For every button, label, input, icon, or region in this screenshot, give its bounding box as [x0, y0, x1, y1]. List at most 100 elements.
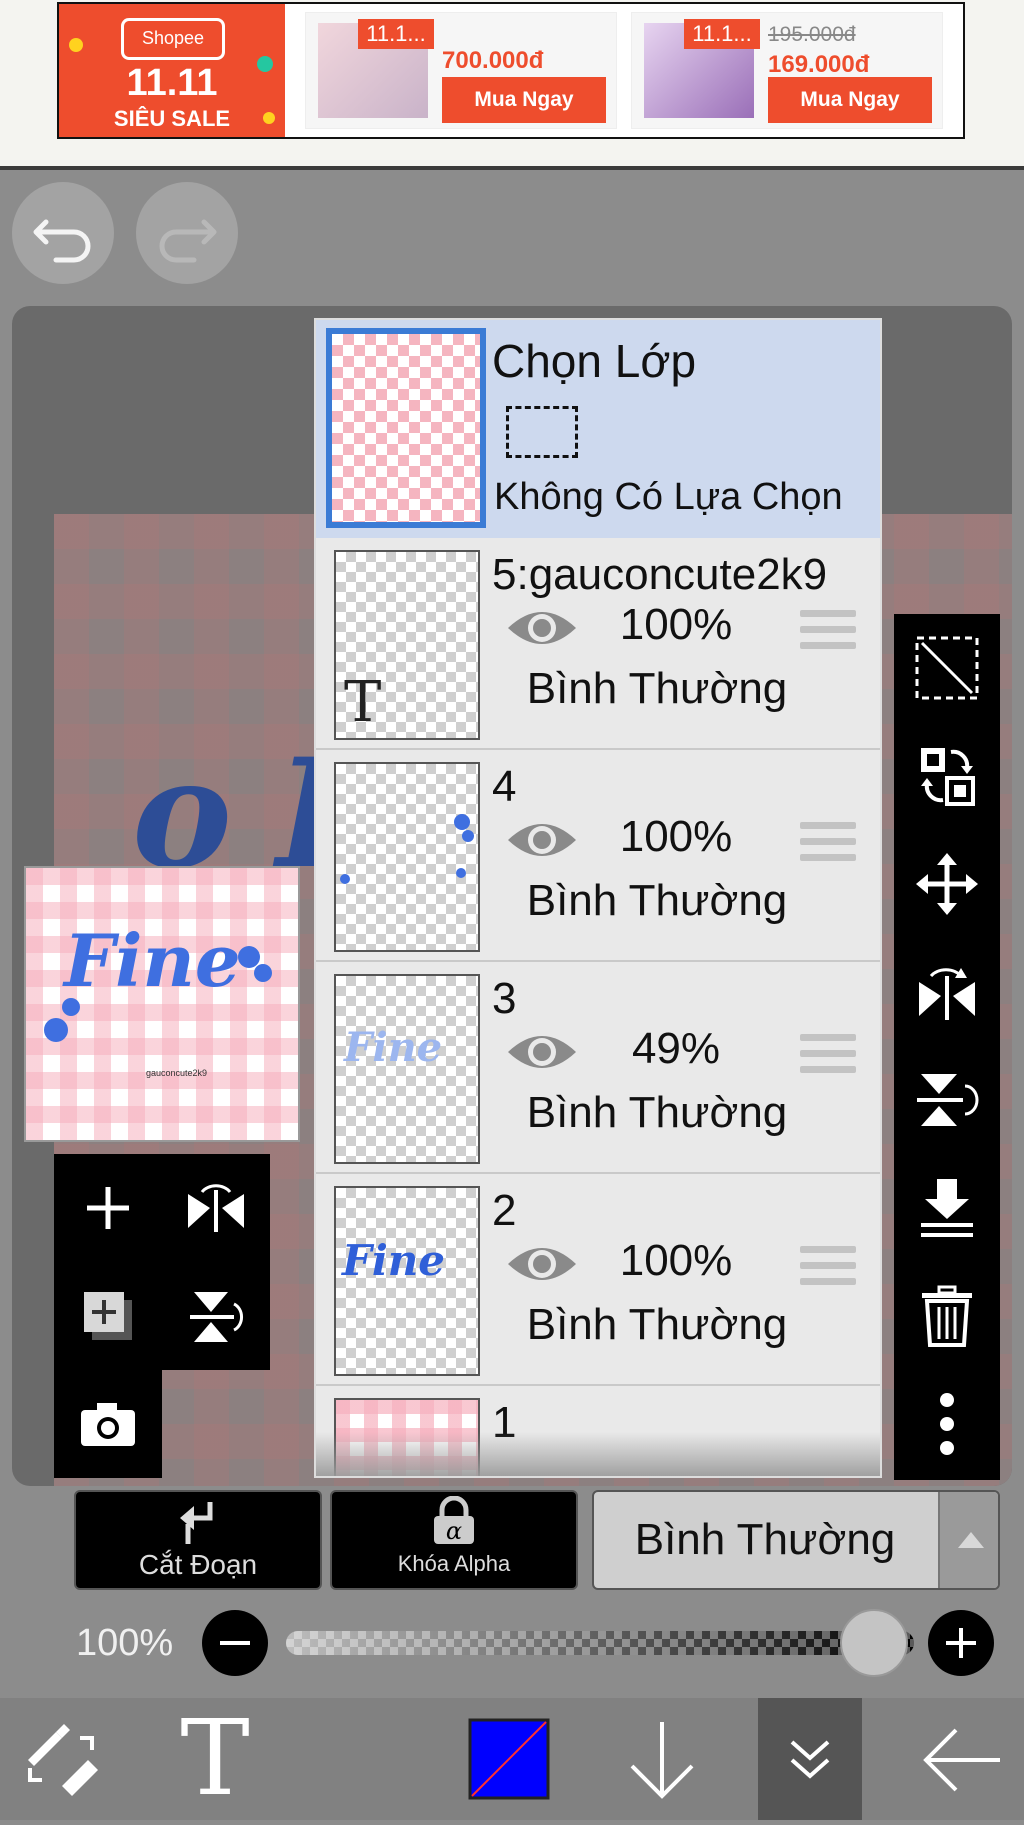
layer-row-3[interactable]: Fine 3 49% Bình Thường: [316, 962, 880, 1174]
alpha-lock-button[interactable]: α Khóa Alpha: [330, 1490, 578, 1590]
blend-mode-select[interactable]: Bình Thường: [592, 1490, 1000, 1590]
plus-icon: [946, 1628, 976, 1658]
clipping-label: Cắt Đoạn: [138, 1549, 258, 1580]
selection-status: Không Có Lựa Chọn: [494, 476, 843, 518]
text-layer-glyph: T: [344, 670, 382, 735]
drag-handle-icon[interactable]: [800, 1246, 856, 1294]
selection-clear-icon: [915, 636, 979, 700]
ad-banner[interactable]: Shopee 11.11 SIÊU SALE 11.1... 700.000đ …: [57, 2, 965, 139]
product-tag: 11.1...: [684, 19, 760, 49]
minus-icon: [220, 1641, 250, 1645]
drag-handle-icon[interactable]: [800, 610, 856, 658]
drag-handle-icon[interactable]: [800, 822, 856, 870]
drag-handle-icon[interactable]: [800, 1034, 856, 1082]
layers-panel: Chọn Lớp Không Có Lựa Chọn T 5:gauconcut…: [314, 318, 882, 1478]
brush-eraser-icon: [28, 1724, 98, 1796]
opacity-decrease-button[interactable]: [202, 1610, 268, 1676]
arrow-down-icon: [630, 1722, 694, 1799]
opacity-increase-button[interactable]: [928, 1610, 994, 1676]
redo-button[interactable]: [136, 182, 238, 284]
left-tool-panel: [54, 1154, 270, 1370]
move-icon: [916, 853, 978, 915]
layer-row-5[interactable]: T 5:gauconcute2k9 100% Bình Thường: [316, 538, 880, 750]
collapse-panel-button[interactable]: [758, 1698, 862, 1820]
duplicate-icon: [84, 1292, 132, 1340]
opacity-slider-thumb[interactable]: [840, 1609, 908, 1677]
layer-thumb-text: Fine: [344, 1024, 443, 1071]
flip-horizontal-layer-button[interactable]: [894, 938, 1000, 1046]
shopee-sale-text: SIÊU SALE: [113, 106, 231, 131]
clipping-button[interactable]: Cắt Đoạn: [74, 1490, 322, 1590]
svg-text:α: α: [446, 1517, 462, 1545]
bottom-toolbar: T: [0, 1697, 1024, 1820]
blend-mode-dropdown-toggle[interactable]: [938, 1492, 998, 1588]
layer-down-button[interactable]: [620, 1716, 704, 1806]
more-options-button[interactable]: [894, 1370, 1000, 1478]
undo-button[interactable]: [12, 182, 114, 284]
thumb-caption: gauconcute2k9: [146, 1068, 208, 1078]
eye-icon[interactable]: [504, 602, 580, 654]
flip-vertical-layer-button[interactable]: [894, 1046, 1000, 1154]
arrow-left-icon: [923, 1728, 1000, 1792]
top-bar: [0, 170, 1024, 306]
layer-name: 5:gauconcute2k9: [492, 550, 828, 599]
layer-blend-mode: Bình Thường: [526, 876, 788, 925]
layer-opacity: 100%: [619, 600, 733, 649]
slider-checker: [286, 1631, 914, 1655]
layer-thumbnail: Fine: [334, 974, 480, 1164]
layer-row-4[interactable]: 4 100% Bình Thường: [316, 750, 880, 962]
text-tool-icon: T: [180, 1697, 249, 1819]
delete-layer-button[interactable]: [894, 1262, 1000, 1370]
back-button[interactable]: [920, 1718, 1004, 1802]
layer-blend-mode: Bình Thường: [526, 1088, 788, 1137]
merge-down-button[interactable]: [894, 1154, 1000, 1262]
buy-now-button[interactable]: Mua Ngay: [442, 77, 606, 123]
layer-opacity: 100%: [619, 812, 733, 861]
eye-icon[interactable]: [504, 1026, 580, 1078]
flip-vertical-button[interactable]: [162, 1262, 270, 1370]
merge-down-icon: [921, 1179, 973, 1237]
layer-row-2[interactable]: Fine 2 100% Bình Thường: [316, 1174, 880, 1386]
opacity-slider[interactable]: [286, 1609, 914, 1677]
add-layer-button[interactable]: [54, 1154, 162, 1262]
layer-thumbnail: T: [334, 550, 480, 740]
text-tool-button[interactable]: T: [170, 1697, 260, 1819]
tool-switch-button[interactable]: [18, 1716, 104, 1802]
shopee-promo[interactable]: Shopee 11.11 SIÊU SALE: [59, 4, 285, 137]
product-price: 169.000đ: [768, 51, 870, 78]
swap-layers-button[interactable]: [894, 722, 1000, 830]
eye-icon[interactable]: [504, 1238, 580, 1290]
selection-layer-row[interactable]: Chọn Lớp Không Có Lựa Chọn: [316, 320, 880, 538]
move-button[interactable]: [894, 830, 1000, 938]
layer-name: 3: [492, 974, 517, 1023]
shopee-event: 11.11: [126, 62, 218, 104]
layer-row-1[interactable]: 1: [316, 1386, 880, 1476]
layer-thumb-text: Fine: [342, 1236, 446, 1285]
eye-icon[interactable]: [504, 814, 580, 866]
select-all-button[interactable]: [894, 614, 1000, 722]
duplicate-layer-button[interactable]: [54, 1262, 162, 1370]
buy-now-button[interactable]: Mua Ngay: [768, 77, 932, 123]
more-vertical-icon: [940, 1393, 954, 1455]
opacity-label: 100%: [76, 1622, 174, 1664]
plus-icon: [87, 1187, 129, 1229]
product-tag: 11.1...: [358, 19, 434, 49]
left-tool-panel-lower: [54, 1370, 162, 1478]
product-price: 700.000đ: [442, 47, 544, 74]
layer-thumbnail: Fine: [334, 1186, 480, 1376]
camera-icon: [81, 1403, 135, 1446]
right-tool-panel: [894, 614, 1000, 1480]
flip-horizontal-button[interactable]: [162, 1154, 270, 1262]
ad-product-1[interactable]: 11.1... 700.000đ Mua Ngay: [305, 12, 617, 129]
canvas-preview-thumbnail[interactable]: Fine gauconcute2k9: [24, 866, 300, 1142]
double-chevron-down-icon: [790, 1740, 830, 1779]
trash-icon: [922, 1285, 972, 1347]
marquee-icon: [506, 406, 578, 458]
layer-blend-mode: Bình Thường: [526, 1300, 788, 1349]
color-picker-button[interactable]: [468, 1718, 550, 1800]
layer-blend-mode: Bình Thường: [526, 664, 788, 713]
ad-product-2[interactable]: 11.1... 195.000đ 169.000đ Mua Ngay: [631, 12, 943, 129]
selection-title: Chọn Lớp: [492, 335, 697, 387]
camera-button[interactable]: [54, 1370, 162, 1478]
layer-name: 2: [492, 1186, 517, 1235]
